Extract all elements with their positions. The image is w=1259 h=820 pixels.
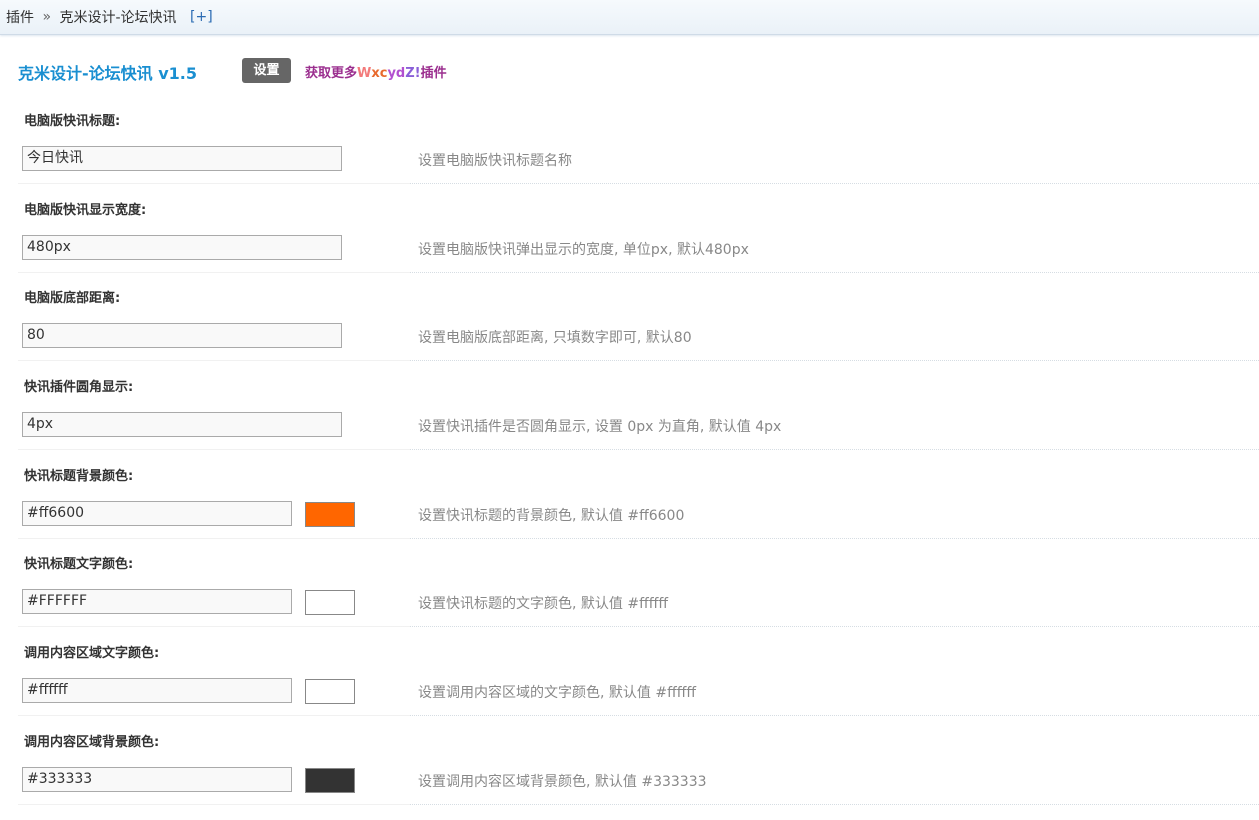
- breadcrumb-expand-button[interactable]: [+]: [190, 9, 213, 25]
- setting-row-radius: 快讯插件圆角显示: 4px 设置快讯插件是否圆角显示, 设置 0px 为直角, …: [18, 376, 1259, 465]
- breadcrumb-bar: 插件 » 克米设计-论坛快讯 [+]: [0, 0, 1259, 35]
- breadcrumb: 插件 » 克米设计-论坛快讯 [+]: [6, 7, 213, 27]
- setting-description: 设置调用内容区域背景颜色, 默认值 #333333: [418, 774, 707, 790]
- pc-title-input[interactable]: 今日快讯: [22, 146, 342, 171]
- content-bg-color-swatch[interactable]: [305, 768, 355, 793]
- title-text-color-input[interactable]: #FFFFFF: [22, 589, 292, 614]
- title-text-color-swatch[interactable]: [305, 590, 355, 615]
- setting-row-title-text-color: 快讯标题文字颜色: #FFFFFF 设置快讯标题的文字颜色, 默认值 #ffff…: [18, 553, 1259, 642]
- setting-row-pc-title: 电脑版快讯标题: 今日快讯 设置电脑版快讯标题名称: [18, 110, 1259, 199]
- pc-bottom-input[interactable]: 80: [22, 323, 342, 348]
- more-link-suffix: 插件: [420, 66, 447, 81]
- setting-row-title-bg-color: 快讯标题背景颜色: #ff6600 设置快讯标题的背景颜色, 默认值 #ff66…: [18, 465, 1259, 554]
- more-plugins-link[interactable]: 获取更多WxcydZ!插件: [305, 62, 447, 81]
- more-link-brand-part: Z!: [405, 66, 421, 81]
- setting-label: 电脑版快讯标题:: [24, 114, 121, 129]
- setting-description: 设置电脑版快讯弹出显示的宽度, 单位px, 默认480px: [418, 242, 749, 258]
- setting-description: 设置快讯标题的文字颜色, 默认值 #ffffff: [418, 596, 669, 612]
- more-link-brand-part: W: [357, 66, 372, 81]
- content-text-color-swatch[interactable]: [305, 679, 355, 704]
- setting-description: 设置电脑版底部距离, 只填数字即可, 默认80: [418, 330, 692, 346]
- breadcrumb-root[interactable]: 插件: [6, 10, 34, 26]
- setting-label: 电脑版底部距离:: [24, 291, 121, 306]
- content-text-color-input[interactable]: #ffffff: [22, 678, 292, 703]
- setting-description: 设置电脑版快讯标题名称: [418, 153, 572, 169]
- setting-row-content-bg-color: 调用内容区域背景颜色: #333333 设置调用内容区域背景颜色, 默认值 #3…: [18, 731, 1259, 820]
- setting-description: 设置调用内容区域的文字颜色, 默认值 #ffffff: [418, 685, 697, 701]
- settings-button[interactable]: 设置: [242, 58, 291, 83]
- setting-label: 调用内容区域背景颜色:: [24, 735, 160, 750]
- setting-label: 电脑版快讯显示宽度:: [24, 203, 147, 218]
- setting-label: 调用内容区域文字颜色:: [24, 646, 160, 661]
- breadcrumb-current[interactable]: 克米设计-论坛快讯: [59, 10, 176, 26]
- setting-label: 快讯标题背景颜色:: [24, 469, 134, 484]
- pc-width-input[interactable]: 480px: [22, 235, 342, 260]
- plugin-header: 克米设计-论坛快讯 v1.5 设置 获取更多WxcydZ!插件: [18, 58, 1218, 84]
- setting-label: 快讯标题文字颜色:: [24, 557, 134, 572]
- radius-input[interactable]: 4px: [22, 412, 342, 437]
- content-bg-color-input[interactable]: #333333: [22, 767, 292, 792]
- more-link-brand-part: yd: [387, 66, 406, 81]
- setting-description: 设置快讯插件是否圆角显示, 设置 0px 为直角, 默认值 4px: [418, 419, 782, 435]
- more-link-brand-part: xc: [371, 66, 388, 81]
- setting-row-pc-width: 电脑版快讯显示宽度: 480px 设置电脑版快讯弹出显示的宽度, 单位px, 默…: [18, 199, 1259, 288]
- more-link-prefix: 获取更多: [305, 66, 358, 81]
- setting-description: 设置快讯标题的背景颜色, 默认值 #ff6600: [418, 508, 685, 524]
- breadcrumb-separator: »: [42, 9, 52, 25]
- setting-label: 快讯插件圆角显示:: [24, 380, 134, 395]
- title-bg-color-swatch[interactable]: [305, 502, 355, 527]
- title-bg-color-input[interactable]: #ff6600: [22, 501, 292, 526]
- page-title: 克米设计-论坛快讯 v1.5: [18, 64, 197, 83]
- setting-row-pc-bottom: 电脑版底部距离: 80 设置电脑版底部距离, 只填数字即可, 默认80: [18, 287, 1259, 376]
- setting-row-content-text-color: 调用内容区域文字颜色: #ffffff 设置调用内容区域的文字颜色, 默认值 #…: [18, 642, 1259, 731]
